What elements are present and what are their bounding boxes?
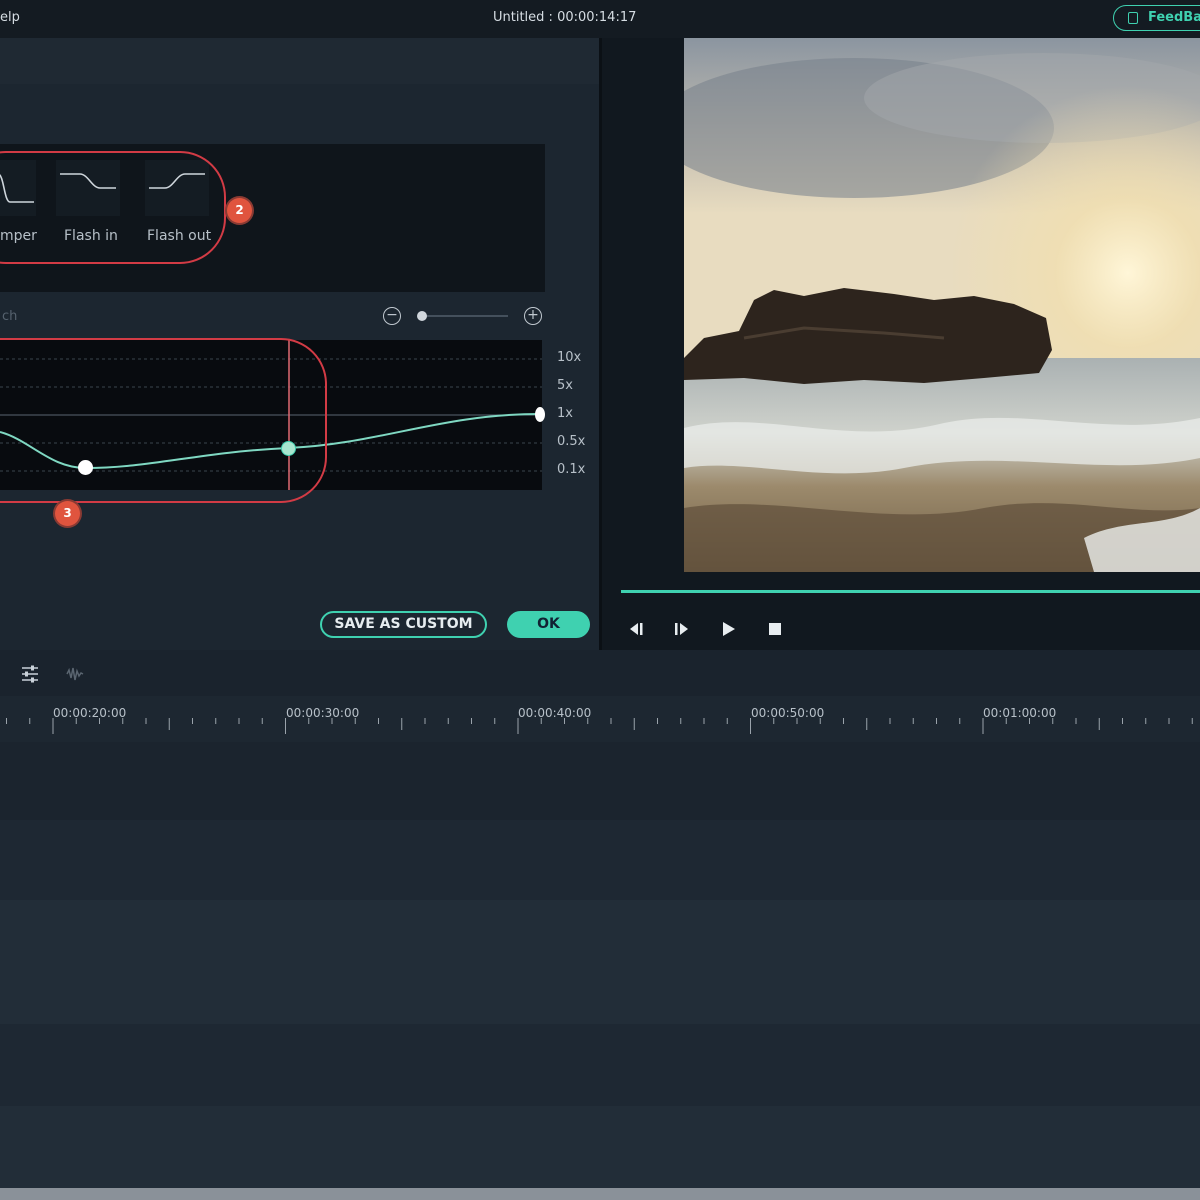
timeline-toolbar [0,650,1200,696]
graph-label: ch [2,309,18,324]
y-label-1x: 1x [557,406,573,421]
feedback-icon [1128,12,1138,24]
save-as-custom-button[interactable]: SAVE AS CUSTOM [320,611,487,638]
step-badge-3: 3 [55,501,80,526]
end-keyframe-point[interactable] [535,407,545,422]
step-forward-icon[interactable] [670,618,694,640]
zoom-in-button[interactable]: + [524,307,542,325]
timeline-track[interactable] [0,820,1200,900]
plus-circle-icon: + [527,307,539,323]
video-preview [684,38,1200,572]
play-icon[interactable] [717,618,741,640]
audio-icon[interactable] [64,664,86,684]
preset-highlight-outline [0,151,226,264]
window-title: Untitled : 00:00:14:17 [493,10,637,25]
step-back-icon[interactable] [624,618,648,640]
step-badge-2: 2 [227,198,252,223]
feedback-button[interactable]: FeedBa [1113,5,1200,31]
zoom-slider-handle[interactable] [417,311,427,321]
timeline-scrollbar[interactable] [0,1188,1200,1200]
adjust-icon[interactable] [20,664,40,684]
y-label-0-1x: 0.1x [557,462,586,477]
speed-panel-header [0,38,600,84]
timeline-track[interactable] [0,1024,1200,1106]
zoom-out-button[interactable]: − [383,307,401,325]
y-label-10x: 10x [557,350,582,365]
stop-icon[interactable] [763,618,787,640]
panel-divider[interactable] [599,38,602,650]
timeline-track[interactable] [0,900,1200,1024]
y-label-5x: 5x [557,378,573,393]
zoom-slider-track[interactable] [422,315,508,317]
minus-circle-icon: − [386,307,398,323]
ruler-ticks [6,718,1193,734]
menu-help[interactable]: elp [0,10,20,25]
ok-button[interactable]: OK [507,611,590,638]
graph-highlight-outline [0,338,327,503]
timeline-track[interactable] [0,1106,1200,1188]
timeline-track[interactable] [0,742,1200,820]
playback-progress-bar[interactable] [621,590,1200,593]
beach-sunset-image [684,38,1200,572]
y-label-0-5x: 0.5x [557,434,586,449]
feedback-label: FeedBa [1148,10,1200,25]
